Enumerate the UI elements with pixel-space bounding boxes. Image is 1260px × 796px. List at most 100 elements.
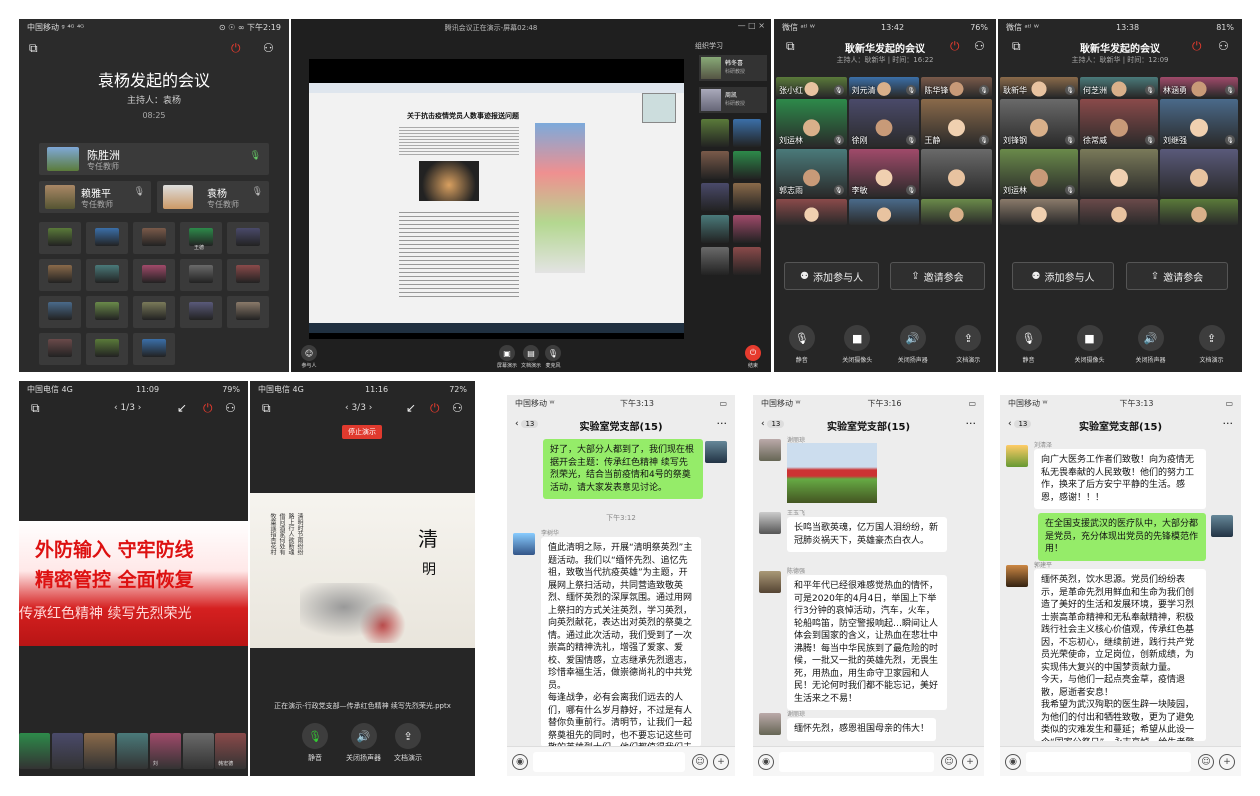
collapse-icon[interactable]: ↙ (406, 401, 416, 415)
more-icon[interactable]: ··· (717, 417, 728, 430)
window-controls[interactable]: — □ × (738, 21, 765, 30)
voice-icon[interactable]: ◉ (758, 754, 774, 770)
video-tile[interactable]: 刘继强 🎙 (1160, 99, 1238, 147)
video-tile[interactable]: 陈华锋 🎙 (921, 77, 992, 97)
participant-tile[interactable] (733, 119, 761, 147)
participant-tile[interactable] (86, 259, 128, 291)
video-tile[interactable]: 刘运林 🎙 (1000, 149, 1078, 197)
mic-button[interactable]: 🎙 麦克风 (545, 345, 561, 369)
video-tile[interactable]: 林涵勇 🎙 (1160, 77, 1238, 97)
speaker-card[interactable]: 袁杨 专任教师 🎙 (157, 181, 269, 213)
doc-share-button[interactable]: ▤ 文档演示 (521, 345, 541, 369)
participant-tile[interactable] (733, 183, 761, 211)
video-tile[interactable]: 李敏 🎙 (848, 149, 920, 197)
participant-tile[interactable] (133, 296, 175, 328)
video-tile[interactable] (921, 199, 992, 225)
video-tile[interactable] (1160, 199, 1238, 225)
participant-tile[interactable] (133, 222, 175, 254)
speaker-button[interactable]: 🔊 关闭扬声器 (1127, 325, 1175, 364)
mute-button[interactable]: 🎙 静音 (302, 723, 328, 763)
participant-tile[interactable] (227, 296, 269, 328)
speaker-card[interactable]: 陈胜洲 专任教师 🎙 (39, 143, 269, 175)
back-button[interactable]: ‹ 13 (1008, 419, 1032, 429)
camera-button[interactable]: ■ 关闭摄像头 (1066, 325, 1114, 364)
chat-input[interactable] (779, 752, 934, 772)
video-tile[interactable] (776, 199, 847, 225)
chat-input[interactable] (1026, 752, 1191, 772)
video-tile[interactable] (848, 199, 920, 225)
emoji-icon[interactable]: ☺ (692, 754, 708, 770)
participant-tile[interactable] (133, 259, 175, 291)
participant-tile[interactable] (701, 183, 729, 211)
participant-tile[interactable] (86, 296, 128, 328)
participant-thumbnail[interactable] (19, 733, 50, 769)
participant-thumbnail[interactable]: 韩宏德 (215, 733, 247, 769)
more-icon[interactable]: ··· (966, 417, 977, 430)
doc-share-button[interactable]: ⇪ 文档演示 (944, 325, 992, 364)
more-icon[interactable]: ··· (1223, 417, 1234, 430)
participant-thumbnail[interactable] (51, 733, 83, 769)
video-tile[interactable] (1160, 149, 1238, 197)
participant-tile[interactable] (733, 215, 761, 243)
add-participant-button[interactable]: ⚉ 添加参与人 (1012, 262, 1114, 290)
invite-button[interactable]: ⇪ 邀请参会 (1126, 262, 1228, 290)
video-tile[interactable]: 刘元清 🎙 (848, 77, 920, 97)
emoji-icon[interactable]: ☺ (1198, 754, 1214, 770)
video-tile[interactable]: 刘锋钢 🎙 (1000, 99, 1078, 147)
participant-tile[interactable] (180, 259, 222, 291)
participants-icon[interactable]: ⚇ (225, 401, 236, 415)
participants-icon[interactable]: ⚇ (452, 401, 463, 415)
plus-icon[interactable]: + (1219, 754, 1235, 770)
video-tile[interactable]: 徐刚 🎙 (848, 99, 920, 147)
chat-input[interactable] (533, 752, 685, 772)
participant-tile[interactable] (133, 333, 175, 365)
video-tile[interactable]: 王静 🎙 (921, 99, 992, 147)
participant-tile[interactable] (701, 119, 729, 147)
video-tile[interactable]: 郭志雨 🎙 (776, 149, 847, 197)
video-tile[interactable] (1080, 149, 1158, 197)
participant-thumbnail[interactable]: 刘 (149, 733, 181, 769)
power-icon[interactable]: ⏻ (430, 401, 440, 416)
mute-button[interactable]: 🎙 静音 (1005, 325, 1053, 364)
participant-tile[interactable] (227, 222, 269, 254)
video-tile[interactable] (921, 149, 992, 197)
emoji-icon[interactable]: ☺ (941, 754, 957, 770)
participant-tile[interactable] (39, 296, 81, 328)
participant-tile[interactable] (39, 222, 81, 254)
video-tile[interactable]: 耿新华 🎙 (1000, 77, 1078, 97)
participant-tile[interactable] (86, 222, 128, 254)
minimize-icon[interactable]: ⧉ (262, 401, 271, 416)
participant-tile[interactable] (701, 247, 729, 275)
participants-button[interactable]: ☺ 参与人 (301, 345, 317, 369)
participant-thumbnail[interactable] (84, 733, 116, 769)
page-indicator[interactable]: ‹ 1/3 › (114, 403, 141, 413)
minimize-icon[interactable]: ⧉ (31, 401, 40, 416)
voice-icon[interactable]: ◉ (512, 754, 528, 770)
collapse-icon[interactable]: ↙ (177, 401, 187, 415)
end-button[interactable]: ⏻ 结束 (745, 345, 761, 369)
video-tile[interactable]: 刘运林 🎙 (776, 99, 847, 147)
video-tile[interactable] (1000, 199, 1078, 225)
plus-icon[interactable]: + (713, 754, 729, 770)
side-user[interactable]: 韩冬喜 科研教授 (699, 55, 767, 81)
participant-thumbnail[interactable] (182, 733, 214, 769)
participant-tile[interactable] (180, 296, 222, 328)
doc-share-button[interactable]: ⇪ 文档演示 (1188, 325, 1236, 364)
plus-icon[interactable]: + (962, 754, 978, 770)
side-user[interactable]: 周凯 科研教授 (699, 87, 767, 113)
invite-button[interactable]: ⇪ 邀请参会 (890, 262, 985, 290)
video-tile[interactable]: 徐常威 🎙 (1080, 99, 1158, 147)
participant-tile[interactable] (86, 333, 128, 365)
participant-tile[interactable]: 王德 (180, 222, 222, 254)
doc-share-button[interactable]: ⇪ 文档演示 (394, 723, 422, 763)
participant-thumbnail[interactable] (117, 733, 149, 769)
minimize-icon[interactable]: ⧉ (29, 41, 38, 56)
speaker-button[interactable]: 🔊 关闭扬声器 (346, 723, 381, 763)
back-button[interactable]: ‹ 13 (761, 419, 785, 429)
participant-tile[interactable] (733, 247, 761, 275)
participant-tile[interactable] (227, 259, 269, 291)
video-tile[interactable]: 张小红 🎙 (776, 77, 847, 97)
add-participant-button[interactable]: ⚉ 添加参与人 (784, 262, 879, 290)
participant-tile[interactable] (39, 259, 81, 291)
participant-tile[interactable] (39, 333, 81, 365)
